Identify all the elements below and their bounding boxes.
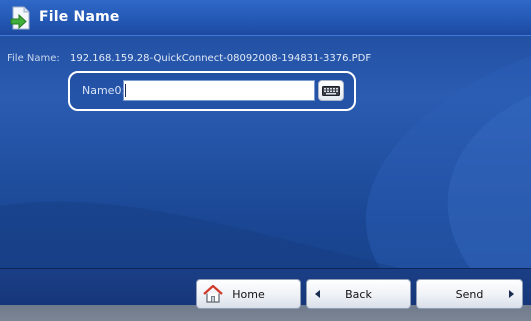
back-button[interactable]: Back — [306, 279, 411, 309]
file-name-value: 192.168.159.28-QuickConnect-08092008-194… — [70, 53, 372, 64]
footer-divider — [0, 268, 531, 269]
home-button[interactable]: Home — [196, 279, 301, 309]
page-title: File Name — [39, 9, 120, 25]
document-arrow-icon — [10, 6, 30, 30]
back-button-label: Back — [345, 288, 372, 301]
send-button[interactable]: Send — [416, 279, 523, 309]
file-name-label: File Name: — [7, 53, 60, 64]
keyboard-icon — [322, 85, 340, 96]
name-field-label: Name0: — [82, 84, 126, 97]
send-button-label: Send — [455, 288, 484, 301]
keyboard-button[interactable] — [318, 80, 344, 101]
home-button-label: Home — [232, 288, 265, 301]
triangle-right-icon — [509, 290, 514, 298]
file-name-row: File Name: 192.168.159.28-QuickConnect-08… — [7, 53, 371, 64]
text-cursor — [125, 84, 126, 97]
name-input[interactable] — [123, 80, 315, 101]
file-name-screen: File Name File Name: 192.168.159.28-Quick… — [0, 0, 531, 321]
title-bar: File Name — [0, 0, 531, 36]
